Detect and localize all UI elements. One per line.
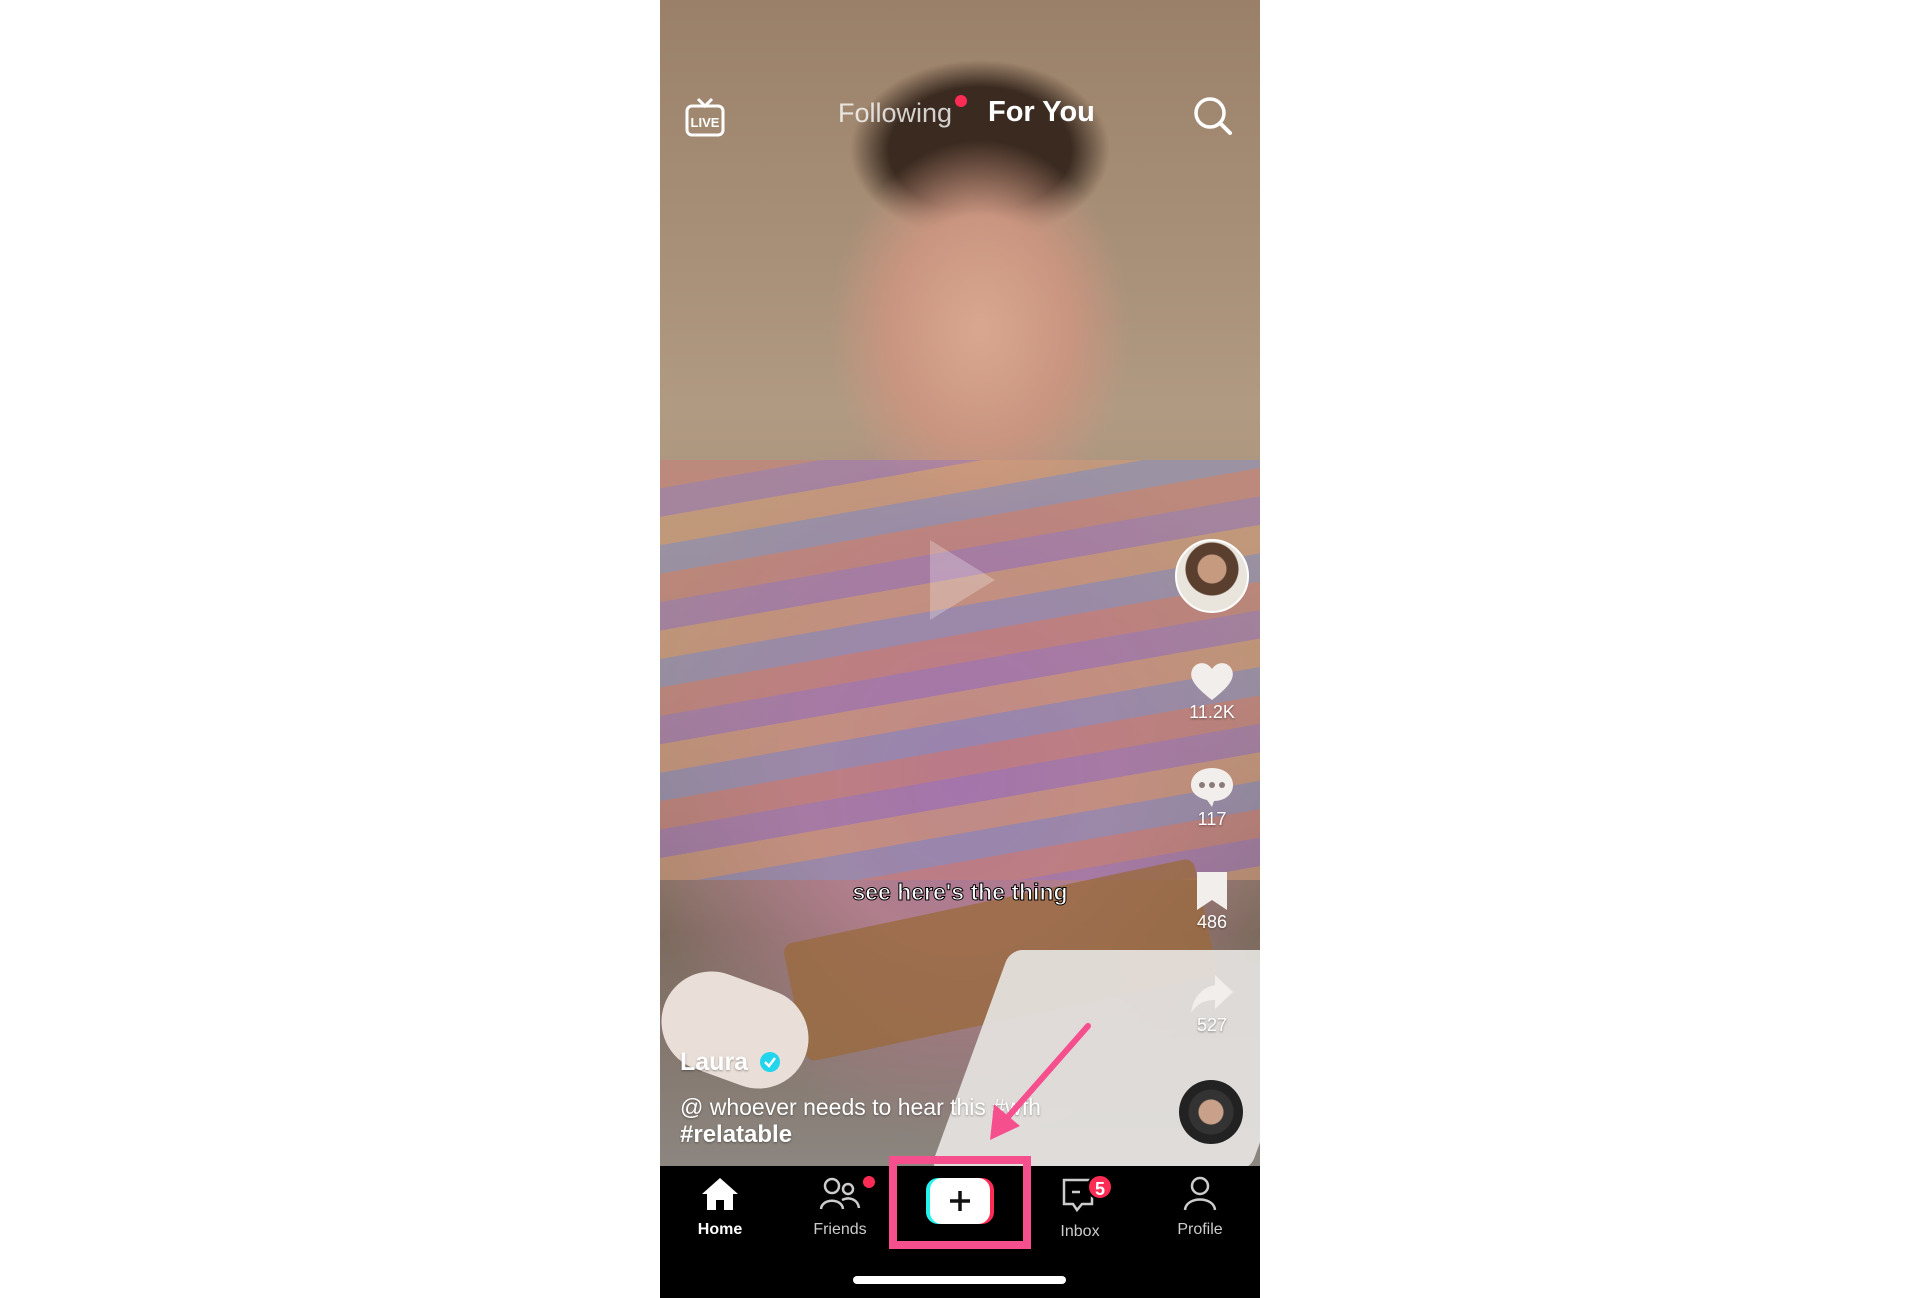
nav-inbox-label: Inbox — [1060, 1223, 1100, 1240]
following-notification-dot — [955, 95, 967, 107]
nav-profile-label: Profile — [1177, 1221, 1223, 1238]
share-count: 527 — [1196, 1015, 1228, 1035]
video-caption: @ whoever needs to hear this #wfh — [680, 1094, 1041, 1120]
like-button[interactable]: 11.2K — [1155, 660, 1260, 723]
home-indicator — [853, 1276, 1066, 1284]
author-name-text: Laura — [680, 1048, 749, 1076]
bookmark-button[interactable]: 486 — [1155, 870, 1260, 933]
tab-for-you[interactable]: For You — [988, 96, 1095, 129]
share-button[interactable]: 527 — [1155, 973, 1260, 1036]
creator-avatar[interactable] — [1175, 539, 1249, 613]
live-icon[interactable]: LIVE — [684, 96, 726, 138]
profile-icon — [1183, 1176, 1217, 1211]
hashtag-link[interactable]: #relatable — [680, 1121, 792, 1149]
bookmark-icon — [1197, 872, 1227, 910]
phone-screen: LIVE Following For You see here's the th… — [660, 0, 1260, 1298]
nav-friends[interactable]: Friends — [785, 1176, 895, 1239]
share-icon — [1191, 975, 1233, 1013]
verified-icon — [760, 1052, 781, 1072]
tab-following[interactable]: Following — [838, 98, 952, 129]
comment-count: 117 — [1197, 809, 1227, 829]
comment-button[interactable]: 117 — [1155, 765, 1260, 830]
play-icon — [930, 540, 995, 620]
bookmark-count: 486 — [1196, 912, 1228, 932]
friends-icon — [819, 1177, 861, 1210]
music-disc[interactable] — [1179, 1080, 1243, 1144]
home-icon — [702, 1178, 738, 1210]
author-name[interactable]: Laura — [680, 1048, 781, 1077]
live-label: LIVE — [691, 115, 720, 130]
nav-home-label: Home — [697, 1221, 743, 1238]
heart-icon — [1191, 663, 1233, 700]
like-count: 11.2K — [1189, 702, 1235, 722]
nav-inbox[interactable]: 5 Inbox — [1025, 1174, 1135, 1241]
nav-friends-label: Friends — [813, 1221, 867, 1238]
comment-icon — [1191, 768, 1233, 807]
inbox-badge: 5 — [1087, 1174, 1113, 1200]
highlight-box — [889, 1156, 1031, 1249]
nav-profile[interactable]: Profile — [1145, 1176, 1255, 1239]
friends-notification-dot — [863, 1176, 875, 1188]
search-icon[interactable] — [1193, 96, 1233, 136]
nav-home[interactable]: Home — [665, 1176, 775, 1239]
